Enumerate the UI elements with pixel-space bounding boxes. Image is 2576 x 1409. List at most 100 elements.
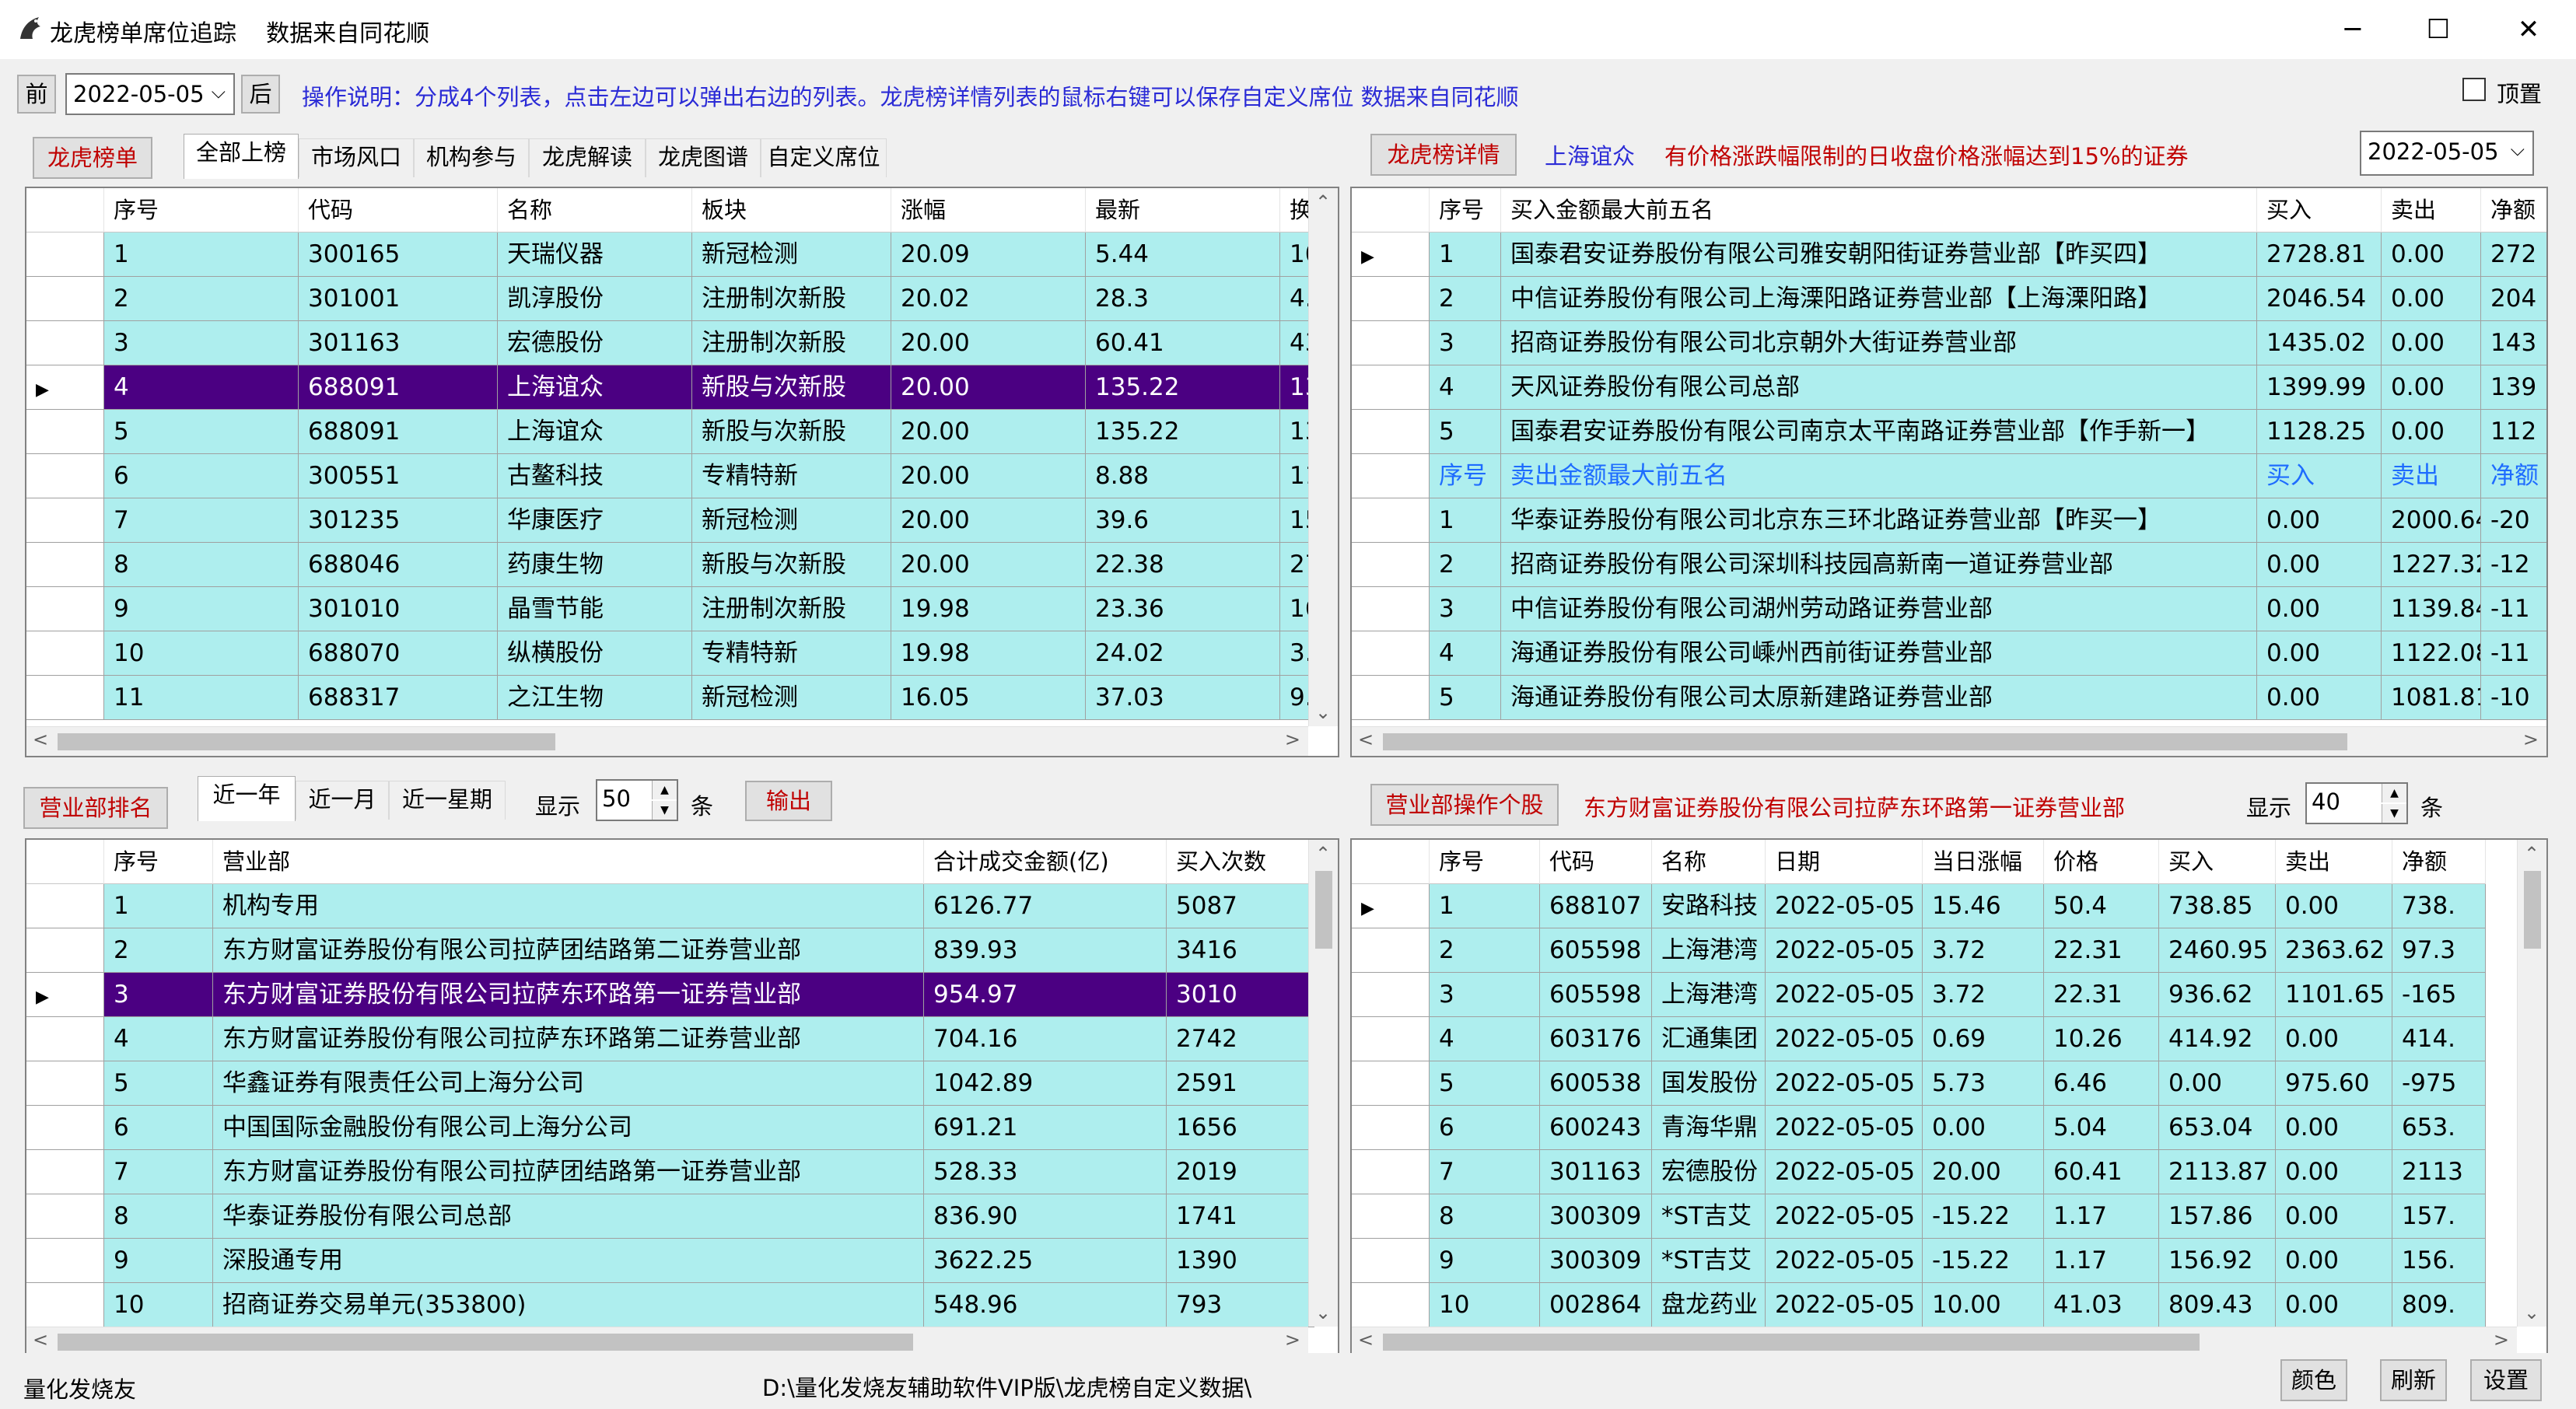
table-row[interactable]: 5 688091 上海谊众 新股与次新股 20.00 135.22 13	[26, 410, 1338, 454]
table-row[interactable]: 7 301163 宏德股份 2022-05-05 20.00 60.41 2113.87 0.…	[1352, 1150, 2546, 1194]
scroll-right-icon[interactable]: >	[1285, 729, 1300, 750]
table-row[interactable]: 2 招商证券股份有限公司深圳科技园高新南一道证券营业部 0.00 1227.32 -12	[1352, 543, 2546, 587]
horizontal-scrollbar[interactable]: < >	[26, 726, 1308, 756]
table-row[interactable]: 5 华鑫证券有限责任公司上海分公司 1042.89 2591	[26, 1061, 1338, 1106]
spin-down-icon[interactable]: ▼	[2382, 804, 2406, 823]
table-header[interactable]: 序号 营业部 合计成交金额(亿) 买入次数	[26, 840, 1338, 884]
table-row[interactable]: 1 300165 天瑞仪器 新冠检测 20.09 5.44 10	[26, 233, 1338, 277]
close-button[interactable]: ✕	[2486, 8, 2571, 51]
tab-5[interactable]: 自定义席位	[761, 138, 887, 177]
table-row[interactable]: 8 688046 药康生物 新股与次新股 20.00 22.38 27	[26, 543, 1338, 587]
vertical-scrollbar[interactable]: ⌃ ⌄	[1308, 188, 1338, 726]
table-row[interactable]: 7 东方财富证券股份有限公司拉萨团结路第一证券营业部 528.33 2019	[26, 1150, 1338, 1194]
longhu-list-button[interactable]: 龙虎榜单	[33, 137, 152, 179]
scroll-thumb[interactable]	[1383, 1334, 2200, 1351]
tab-2[interactable]: 机构参与	[414, 138, 529, 177]
table-row[interactable]: 9 301010 晶雪节能 注册制次新股 19.98 23.36 16	[26, 587, 1338, 631]
spin-up-icon[interactable]: ▲	[652, 781, 677, 799]
scroll-thumb[interactable]	[58, 1334, 913, 1351]
table-row[interactable]: 3 中信证券股份有限公司湖州劳动路证券营业部 0.00 1139.84 -11	[1352, 587, 2546, 631]
table-row[interactable]: 5 600538 国发股份 2022-05-05 5.73 6.46 0.00 975.60-…	[1352, 1061, 2546, 1106]
scroll-up-icon[interactable]: ⌃	[1315, 191, 1331, 213]
table-row[interactable]: 6 中国国际金融股份有限公司上海分公司 691.21 1656	[26, 1106, 1338, 1150]
table-row[interactable]: 9 300309 *ST吉艾 2022-05-05 -15.22 1.17 156.92 0.…	[1352, 1239, 2546, 1283]
table-row[interactable]: 3 301163 宏德股份 注册制次新股 20.00 60.41 43	[26, 321, 1338, 365]
table-row[interactable]: ▶ 1 国泰君安证券股份有限公司雅安朝阳街证券营业部【昨买四】 2728.81 0.00…	[1352, 233, 2546, 277]
table-row[interactable]: 1 华泰证券股份有限公司北京东三环北路证券营业部【昨买一】 0.00 2000.64-…	[1352, 498, 2546, 543]
table-row[interactable]: 3 605598 上海港湾 2022-05-05 3.72 22.31 936.62 1101…	[1352, 973, 2546, 1017]
branch-count-spinner[interactable]: 40 ▲ ▼	[2305, 782, 2408, 824]
branch-rank-button[interactable]: 营业部排名	[23, 787, 168, 829]
scroll-right-icon[interactable]: >	[2494, 1329, 2509, 1351]
table-row[interactable]: 9 深股通专用 3622.25 1390	[26, 1239, 1338, 1283]
table-row[interactable]: ▶ 4 688091 上海谊众 新股与次新股 20.00 135.22 13	[26, 365, 1338, 410]
scroll-down-icon[interactable]: ⌄	[1315, 701, 1331, 723]
tab-3[interactable]: 龙虎解读	[529, 138, 646, 177]
scroll-left-icon[interactable]: <	[33, 1329, 48, 1351]
table-row[interactable]: 2 605598 上海港湾 2022-05-05 3.72 22.31 2460.95 236…	[1352, 928, 2546, 973]
table-row[interactable]: 8 300309 *ST吉艾 2022-05-05 -15.22 1.17 157.86 0.…	[1352, 1194, 2546, 1239]
settings-button[interactable]: 设置	[2470, 1359, 2542, 1401]
scroll-right-icon[interactable]: >	[2523, 729, 2539, 750]
table-header[interactable]: 序号 买入金额最大前五名 买入 卖出 净额	[1352, 188, 2546, 233]
scroll-up-icon[interactable]: ⌃	[1315, 843, 1331, 865]
table-row[interactable]: ▶ 1 688107 安路科技 2022-05-05 15.46 50.4 738.85 0.0…	[1352, 884, 2546, 928]
table-row[interactable]: 4 天风证券股份有限公司总部 1399.99 0.00 139	[1352, 365, 2546, 410]
table-header[interactable]: 序号 代码 名称 日期 当日涨幅 价格 买入 卖出 净额	[1352, 840, 2546, 884]
tab-4[interactable]: 龙虎图谱	[646, 138, 761, 177]
maximize-button[interactable]: ☐	[2396, 8, 2481, 51]
table-row[interactable]: 5 海通证券股份有限公司太原新建路证券营业部 0.00 1081.81 -10	[1352, 676, 2546, 720]
export-button[interactable]: 输出	[745, 781, 832, 821]
table-row[interactable]: ▶ 3 东方财富证券股份有限公司拉萨东环路第一证券营业部 954.97 3010	[26, 973, 1338, 1017]
scroll-left-icon[interactable]: <	[1358, 729, 1374, 750]
scroll-thumb[interactable]	[1315, 871, 1332, 949]
scroll-right-icon[interactable]: >	[1285, 1329, 1300, 1351]
table-row[interactable]: 2 中信证券股份有限公司上海溧阳路证券营业部【上海溧阳路】 2046.54 0.00 2…	[1352, 277, 2546, 321]
spin-up-icon[interactable]: ▲	[2382, 784, 2406, 802]
scroll-thumb[interactable]	[2524, 871, 2541, 949]
scroll-down-icon[interactable]: ⌄	[1315, 1302, 1331, 1323]
tab-1[interactable]: 市场风口	[299, 138, 414, 177]
table-row[interactable]: 1 机构专用 6126.77 5087	[26, 884, 1338, 928]
table-row[interactable]: 6 300551 古鳌科技 专精特新 20.00 8.88 11	[26, 454, 1338, 498]
pin-checkbox[interactable]	[2462, 78, 2486, 101]
tab-2[interactable]: 近一星期	[389, 781, 506, 820]
tab-1[interactable]: 近一月	[296, 781, 389, 820]
scroll-down-icon[interactable]: ⌄	[2524, 1302, 2539, 1323]
table-row[interactable]: 3 招商证券股份有限公司北京朝外大街证券营业部 1435.02 0.00 143	[1352, 321, 2546, 365]
detail-button[interactable]: 龙虎榜详情	[1370, 134, 1517, 176]
horizontal-scrollbar[interactable]: < >	[1352, 1327, 2517, 1356]
table-row[interactable]: 11 688317 之江生物 新冠检测 16.05 37.03 9.	[26, 676, 1338, 720]
horizontal-scrollbar[interactable]: < >	[1352, 726, 2546, 756]
table-row[interactable]: 10 招商证券交易单元(353800) 548.96 793	[26, 1283, 1338, 1327]
vertical-scrollbar[interactable]: ⌃ ⌄	[1308, 840, 1338, 1327]
detail-date-select[interactable]: 2022-05-05 ⌵	[2360, 131, 2534, 176]
vertical-scrollbar[interactable]: ⌃ ⌄	[2517, 840, 2546, 1327]
table-header[interactable]: 序号 卖出金额最大前五名 买入 卖出 净额	[1352, 454, 2546, 498]
branch-rank-table[interactable]: 序号 营业部 合计成交金额(亿) 买入次数 1 机构专用 6126.77 5087 2 东方财富证…	[25, 838, 1339, 1358]
refresh-button[interactable]: 刷新	[2380, 1359, 2447, 1401]
scroll-thumb[interactable]	[1383, 733, 2347, 750]
prev-day-button[interactable]: 前	[17, 75, 56, 114]
spin-down-icon[interactable]: ▼	[652, 801, 677, 820]
table-row[interactable]: 6 600243 青海华鼎 2022-05-05 0.00 5.04 653.04 0.00 6…	[1352, 1106, 2546, 1150]
table-row[interactable]: 4 603176 汇通集团 2022-05-05 0.69 10.26 414.92 0.00…	[1352, 1017, 2546, 1061]
branch-stocks-table[interactable]: 序号 代码 名称 日期 当日涨幅 价格 买入 卖出 净额 ▶ 1 688107 安路科技 2022-05-…	[1350, 838, 2548, 1358]
minimize-button[interactable]: ─	[2310, 8, 2396, 51]
tab-0[interactable]: 全部上榜	[184, 134, 299, 179]
table-row[interactable]: 4 海通证券股份有限公司嵊州西前街证券营业部 0.00 1122.08 -11	[1352, 631, 2546, 676]
table-row[interactable]: 7 301235 华康医疗 新冠检测 20.00 39.6 15	[26, 498, 1338, 543]
branch-stocks-button[interactable]: 营业部操作个股	[1370, 784, 1559, 826]
table-row[interactable]: 2 东方财富证券股份有限公司拉萨团结路第二证券营业部 839.93 3416	[26, 928, 1338, 973]
date-select[interactable]: 2022-05-05 ⌵	[65, 73, 235, 115]
table-row[interactable]: 10 688070 纵横股份 专精特新 19.98 24.02 3.	[26, 631, 1338, 676]
color-button[interactable]: 颜色	[2280, 1359, 2347, 1401]
horizontal-scrollbar[interactable]: < >	[26, 1327, 1308, 1356]
table-row[interactable]: 4 东方财富证券股份有限公司拉萨东环路第二证券营业部 704.16 2742	[26, 1017, 1338, 1061]
table-row[interactable]: 8 华泰证券股份有限公司总部 836.90 1741	[26, 1194, 1338, 1239]
table-row[interactable]: 10 002864 盘龙药业 2022-05-05 10.00 41.03 809.43 0.…	[1352, 1283, 2546, 1327]
scroll-up-icon[interactable]: ⌃	[2524, 843, 2539, 865]
scroll-thumb[interactable]	[58, 733, 555, 750]
table-row[interactable]: 5 国泰君安证券股份有限公司南京太平南路证券营业部【作手新一】 1128.25 0.0…	[1352, 410, 2546, 454]
stock-list-table[interactable]: 序号 代码 名称 板块 涨幅 最新换 1 300165 天瑞仪器 新冠检测 20.09 5.44 10 2…	[25, 187, 1339, 757]
